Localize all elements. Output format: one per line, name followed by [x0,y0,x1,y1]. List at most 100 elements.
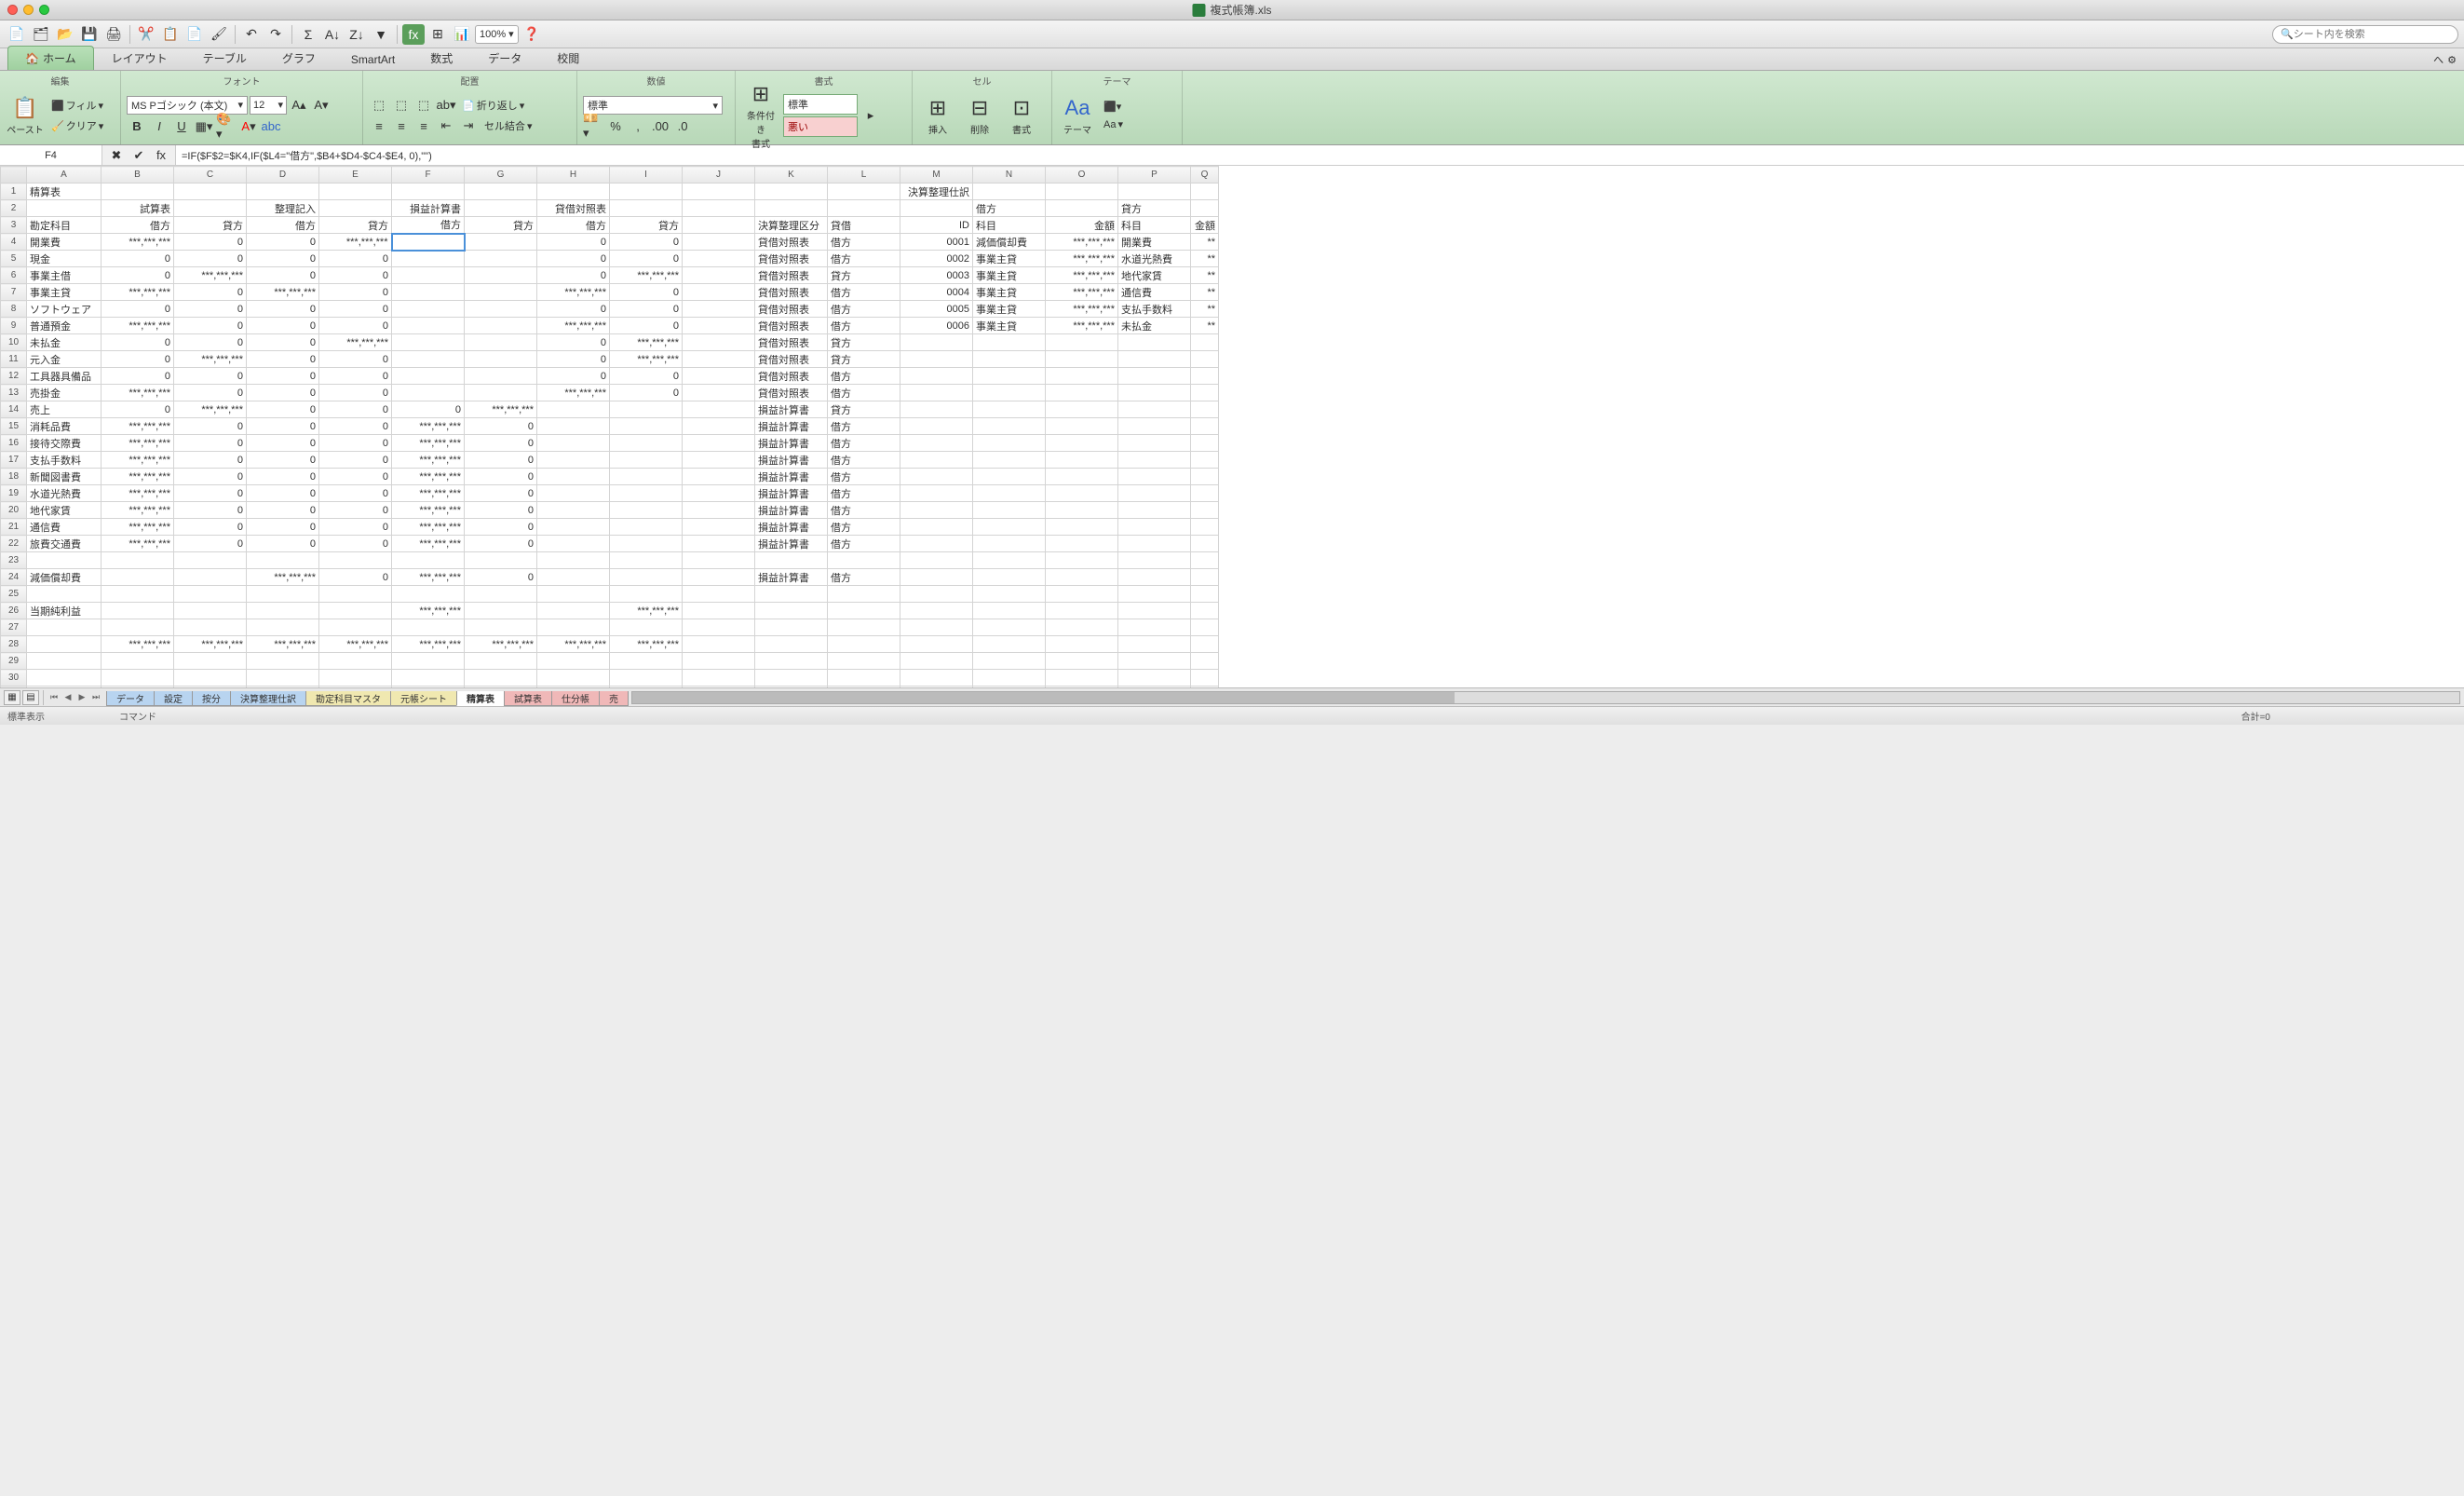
cell-H18[interactable] [537,469,610,485]
cell-H6[interactable]: 0 [537,267,610,284]
cell-K25[interactable] [755,586,828,603]
cell-M23[interactable] [900,552,973,569]
row-header-21[interactable]: 21 [1,519,27,536]
cell-Q11[interactable] [1191,351,1219,368]
paste-button[interactable]: 📄 [183,24,206,45]
cell-J8[interactable] [683,301,755,318]
cell-P5[interactable]: 水道光熱費 [1118,251,1191,267]
cell-E20[interactable]: 0 [319,502,392,519]
cell-L13[interactable]: 借方 [828,385,900,401]
cell-D16[interactable]: 0 [247,435,319,452]
cell-F18[interactable]: ***,***,*** [392,469,465,485]
cell-M2[interactable] [900,200,973,217]
cell-P30[interactable] [1118,670,1191,687]
cell-L26[interactable] [828,603,900,619]
cell-F12[interactable] [392,368,465,385]
formula-input[interactable]: =IF($F$2=$K4,IF($L4="借方",$B4+$D4-$C4-$E4… [175,145,2464,165]
cell-G12[interactable] [465,368,537,385]
cell-N18[interactable] [973,469,1046,485]
font-color-button[interactable]: A▾ [238,117,259,136]
cell-K15[interactable]: 損益計算書 [755,418,828,435]
cell-J4[interactable] [683,234,755,251]
cell-F24[interactable]: ***,***,*** [392,569,465,586]
row-header-22[interactable]: 22 [1,536,27,552]
undo-button[interactable]: ↶ [240,24,263,45]
sheet-tab-売[interactable]: 売 [599,691,629,706]
cell-J7[interactable] [683,284,755,301]
cell-D26[interactable] [247,603,319,619]
cell-P12[interactable] [1118,368,1191,385]
cell-M16[interactable] [900,435,973,452]
cell-K21[interactable]: 損益計算書 [755,519,828,536]
row-header-29[interactable]: 29 [1,653,27,670]
cell-N16[interactable] [973,435,1046,452]
cell-O29[interactable] [1046,653,1118,670]
cell-B18[interactable]: ***,***,*** [102,469,174,485]
cell-N26[interactable] [973,603,1046,619]
cell-L25[interactable] [828,586,900,603]
cell-B23[interactable] [102,552,174,569]
cell-I26[interactable]: ***,***,*** [610,603,683,619]
cell-P26[interactable] [1118,603,1191,619]
cell-L18[interactable]: 借方 [828,469,900,485]
theme-color-button[interactable]: ⬛▾ [1100,99,1127,115]
cut-button[interactable]: ✂️ [135,24,157,45]
col-header-E[interactable]: E [319,167,392,184]
cell-M19[interactable] [900,485,973,502]
cell-D3[interactable]: 借方 [247,217,319,234]
cell-Q27[interactable] [1191,619,1219,636]
row-header-30[interactable]: 30 [1,670,27,687]
cell-H3[interactable]: 借方 [537,217,610,234]
cell-K27[interactable] [755,619,828,636]
tab-data[interactable]: データ [470,46,539,70]
cell-G9[interactable] [465,318,537,334]
cell-K7[interactable]: 貸借対照表 [755,284,828,301]
cell-O14[interactable] [1046,401,1118,418]
cell-P24[interactable] [1118,569,1191,586]
cell-P16[interactable] [1118,435,1191,452]
cell-E5[interactable]: 0 [319,251,392,267]
cell-M24[interactable] [900,569,973,586]
cell-L31[interactable] [828,687,900,688]
cell-O11[interactable] [1046,351,1118,368]
cell-M7[interactable]: 0004 [900,284,973,301]
prev-sheet-button[interactable]: ◀ [61,691,74,704]
cell-J18[interactable] [683,469,755,485]
cell-A10[interactable]: 未払金 [27,334,102,351]
cell-B7[interactable]: ***,***,*** [102,284,174,301]
cell-I21[interactable] [610,519,683,536]
cell-A13[interactable]: 売掛金 [27,385,102,401]
cell-E8[interactable]: 0 [319,301,392,318]
cell-Q23[interactable] [1191,552,1219,569]
cell-I31[interactable] [610,687,683,688]
cell-B14[interactable]: 0 [102,401,174,418]
cell-G17[interactable]: 0 [465,452,537,469]
cell-H31[interactable] [537,687,610,688]
cell-N4[interactable]: 減価償却費 [973,234,1046,251]
grow-font-button[interactable]: A▴ [289,96,309,115]
align-top-button[interactable]: ⬚ [369,96,389,115]
sheet-tab-試算表[interactable]: 試算表 [504,691,552,706]
row-header-23[interactable]: 23 [1,552,27,569]
cell-G15[interactable]: 0 [465,418,537,435]
cell-L22[interactable]: 借方 [828,536,900,552]
cell-D10[interactable]: 0 [247,334,319,351]
cell-B4[interactable]: ***,***,*** [102,234,174,251]
cell-P21[interactable] [1118,519,1191,536]
cell-L21[interactable]: 借方 [828,519,900,536]
first-sheet-button[interactable]: ⏮ [47,691,61,704]
cell-F1[interactable] [392,184,465,200]
cell-N19[interactable] [973,485,1046,502]
cell-A7[interactable]: 事業主貸 [27,284,102,301]
cell-O9[interactable]: ***,***,*** [1046,318,1118,334]
cell-G25[interactable] [465,586,537,603]
name-box[interactable]: F4 [0,145,102,165]
cell-G18[interactable]: 0 [465,469,537,485]
cell-K18[interactable]: 損益計算書 [755,469,828,485]
cell-P23[interactable] [1118,552,1191,569]
cell-J26[interactable] [683,603,755,619]
row-header-5[interactable]: 5 [1,251,27,267]
cell-Q20[interactable] [1191,502,1219,519]
cell-O24[interactable] [1046,569,1118,586]
cell-B5[interactable]: 0 [102,251,174,267]
